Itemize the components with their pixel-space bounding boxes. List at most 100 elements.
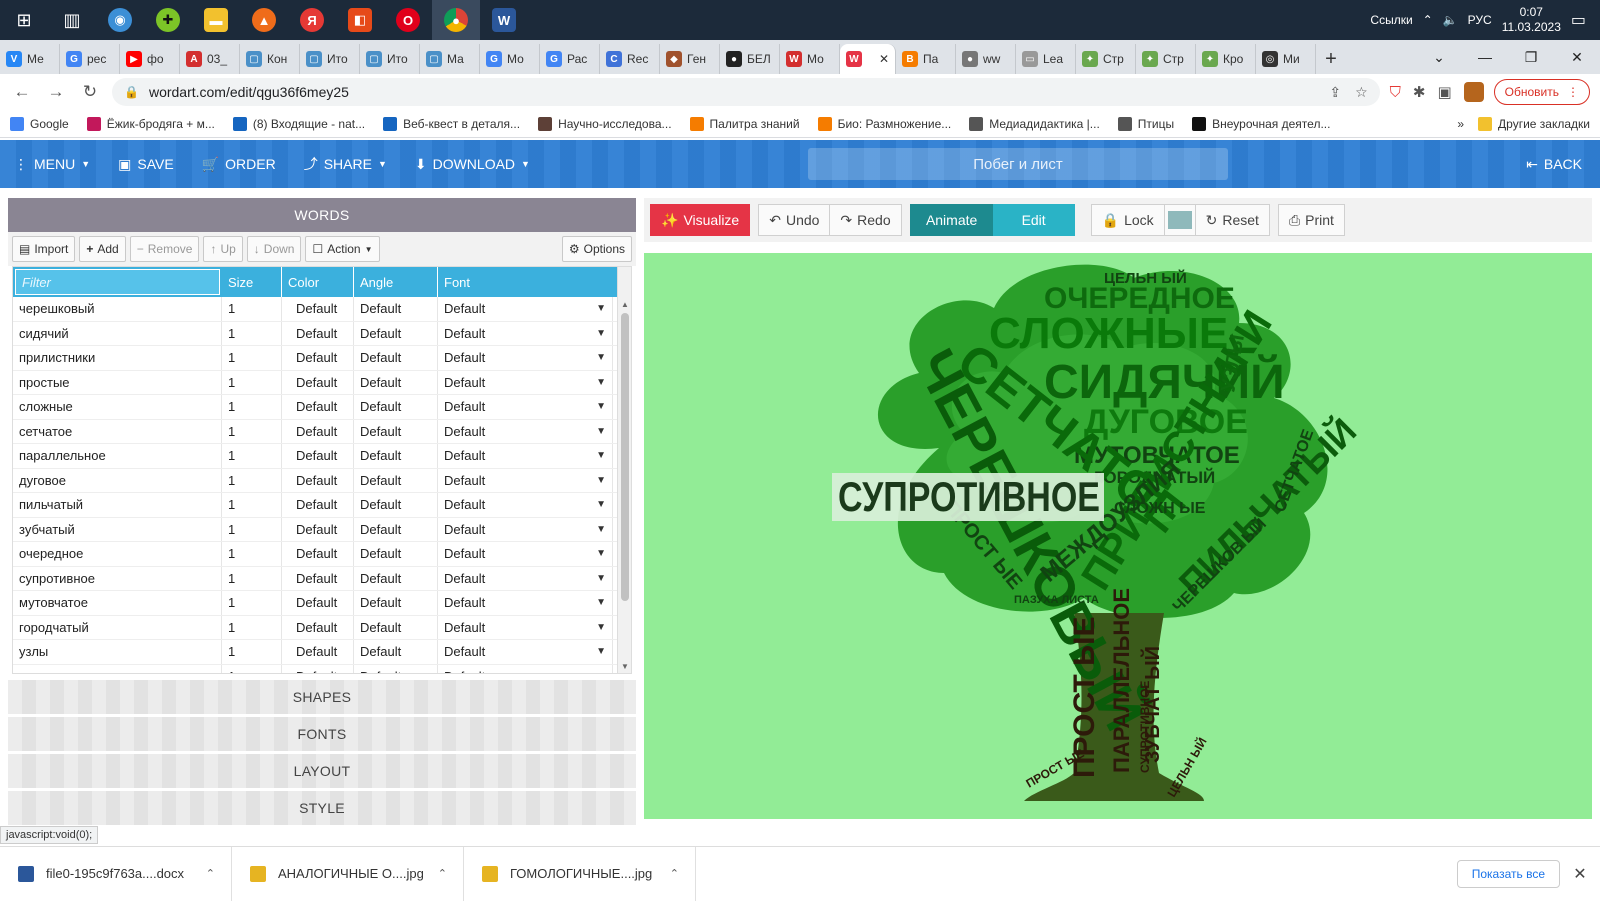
table-row[interactable]: параллельное 1 Default Default Default ▼ [13, 444, 631, 469]
font-select[interactable]: Default ▼ [438, 566, 613, 590]
size-cell[interactable]: 1 [222, 444, 282, 468]
size-cell[interactable]: 1 [222, 664, 282, 673]
angle-cell[interactable]: Default [354, 542, 438, 566]
import-button[interactable]: ▤ Import [12, 236, 76, 262]
bookmark-item[interactable]: Медиадидактика |... [969, 116, 1100, 131]
color-cell[interactable]: Default [282, 297, 354, 321]
size-cell[interactable]: 1 [222, 615, 282, 639]
angle-cell[interactable]: Default [354, 346, 438, 370]
links-toolbar-label[interactable]: Ссылки [1370, 13, 1412, 27]
side-panel-icon[interactable]: ▣ [1437, 83, 1451, 101]
download-item[interactable]: ГОМОЛОГИЧНЫЕ....jpg ⌃ [464, 846, 696, 901]
options-button[interactable]: ⚙ Options [561, 236, 632, 262]
browser-tab[interactable]: G Мо [480, 44, 540, 74]
add-button[interactable]: + Add [79, 236, 126, 262]
angle-cell[interactable]: Default [354, 321, 438, 345]
bookmark-item[interactable]: Птицы [1117, 116, 1174, 131]
color-cell[interactable]: Default [282, 419, 354, 443]
browser-tab[interactable]: ▢ Ито [300, 44, 360, 74]
tab-search-chevron-icon[interactable]: ⌄ [1416, 40, 1462, 74]
word-cell[interactable]: супротивное [13, 566, 222, 590]
other-bookmarks-folder[interactable]: Другие закладки [1478, 116, 1590, 131]
update-browser-button[interactable]: Обновить ⋮ [1493, 79, 1590, 105]
size-cell[interactable]: 1 [222, 297, 282, 321]
word-cell[interactable]: мутовчатое [13, 591, 222, 615]
download-button[interactable]: ⬇ DOWNLOAD ▼ [401, 140, 544, 188]
word-cell[interactable]: зубчатый [13, 517, 222, 541]
browser-tab[interactable]: ◎ Ми [1256, 44, 1316, 74]
browser-tab[interactable]: ● БЕЛ [720, 44, 780, 74]
word-cell[interactable]: междоузлия [13, 664, 222, 673]
size-cell[interactable]: 1 [222, 640, 282, 664]
shapes-section-header[interactable]: SHAPES [8, 680, 636, 714]
font-select[interactable]: Default ▼ [438, 395, 613, 419]
font-select[interactable]: Default ▼ [438, 517, 613, 541]
table-row[interactable]: городчатый 1 Default Default Default ▼ [13, 615, 631, 640]
color-cell[interactable]: Default [282, 664, 354, 673]
font-select[interactable]: Default ▼ [438, 615, 613, 639]
table-row[interactable]: сидячий 1 Default Default Default ▼ [13, 321, 631, 346]
close-window-icon[interactable]: ✕ [1554, 40, 1600, 74]
color-cell[interactable]: Default [282, 542, 354, 566]
size-cell[interactable]: 1 [222, 591, 282, 615]
color-cell[interactable]: Default [282, 321, 354, 345]
word-cell[interactable]: простые [13, 370, 222, 394]
table-row[interactable]: узлы 1 Default Default Default ▼ [13, 640, 631, 665]
lock-button[interactable]: 🔒 Lock [1090, 204, 1165, 236]
share-page-icon[interactable]: ⇪ [1329, 84, 1341, 101]
yandex-browser-icon[interactable]: Я [288, 0, 336, 40]
angle-cell[interactable]: Default [354, 664, 438, 673]
browser-tab[interactable]: V Ме [0, 44, 60, 74]
color-cell[interactable]: Default [282, 566, 354, 590]
table-row[interactable]: простые 1 Default Default Default ▼ [13, 370, 631, 395]
font-select[interactable]: Default ▼ [438, 419, 613, 443]
redo-button[interactable]: ↷ Redo [829, 204, 902, 236]
address-bar[interactable]: 🔒 wordart.com/edit/qgu36f6mey25 ⇪ ☆ [112, 78, 1380, 106]
angle-cell[interactable]: Default [354, 591, 438, 615]
bookmark-item[interactable]: Ёжик-бродяга + м... [86, 116, 215, 131]
table-row[interactable]: зубчатый 1 Default Default Default ▼ [13, 517, 631, 542]
bookmark-item[interactable]: Научно-исследова... [538, 116, 672, 131]
taskbar-app-shield-icon[interactable]: ▲ [240, 0, 288, 40]
bookmark-item[interactable]: Био: Размножение... [817, 116, 951, 131]
down-button[interactable]: ↓ Down [246, 236, 302, 262]
show-all-downloads-button[interactable]: Показать все [1456, 859, 1560, 888]
column-color[interactable]: Color [282, 267, 354, 297]
new-tab-icon[interactable]: + [1316, 44, 1346, 74]
font-select[interactable]: Default ▼ [438, 468, 613, 492]
angle-cell[interactable]: Default [354, 517, 438, 541]
angle-cell[interactable]: Default [354, 444, 438, 468]
color-cell[interactable]: Default [282, 640, 354, 664]
browser-tab[interactable]: ▭ Lea [1016, 44, 1076, 74]
table-row[interactable]: междоузлия1DefaultDefaultDefault▼ [13, 664, 631, 673]
remove-button[interactable]: − Remove [129, 236, 200, 262]
scrollbar-thumb[interactable] [621, 313, 629, 601]
word-icon[interactable]: W [480, 0, 528, 40]
color-cell[interactable]: Default [282, 370, 354, 394]
angle-cell[interactable]: Default [354, 566, 438, 590]
undo-button[interactable]: ↶ Undo [758, 204, 831, 236]
color-cell[interactable]: Default [282, 517, 354, 541]
browser-tab[interactable]: ◆ Ген [660, 44, 720, 74]
reset-button[interactable]: ↻ Reset [1194, 204, 1270, 236]
browser-tab[interactable]: C Rec [600, 44, 660, 74]
word-cell[interactable]: пильчатый [13, 493, 222, 517]
chevron-up-icon[interactable]: ⌃ [206, 867, 215, 880]
bookmark-item[interactable]: Палитра знаний [689, 116, 800, 131]
font-select[interactable]: Default ▼ [438, 542, 613, 566]
angle-cell[interactable]: Default [354, 468, 438, 492]
table-row[interactable]: супротивное 1 Default Default Default ▼ [13, 566, 631, 591]
chevron-up-icon[interactable]: ⌃ [670, 867, 679, 880]
notifications-icon[interactable]: ▭ [1571, 10, 1586, 30]
browser-tab[interactable]: ✦ Стр [1076, 44, 1136, 74]
font-select[interactable]: Default ▼ [438, 444, 613, 468]
url-text[interactable]: wordart.com/edit/qgu36f6mey25 [149, 84, 349, 100]
browser-tab[interactable]: W Мо [780, 44, 840, 74]
color-cell[interactable]: Default [282, 444, 354, 468]
browser-tab[interactable]: ✦ Стр [1136, 44, 1196, 74]
animate-button[interactable]: Animate [909, 204, 994, 236]
menu-button[interactable]: ⋮ MENU ▼ [0, 140, 104, 188]
font-select[interactable]: Default ▼ [438, 664, 613, 673]
project-title-input[interactable]: Побег и лист [808, 148, 1228, 180]
word-cloud-canvas[interactable]: ОЧЕРЕДНОЕ ЦЕЛЬН ЫЙ СЛОЖНЫЕ СИДЯЧИЙ ДУГОВ… [644, 253, 1592, 819]
